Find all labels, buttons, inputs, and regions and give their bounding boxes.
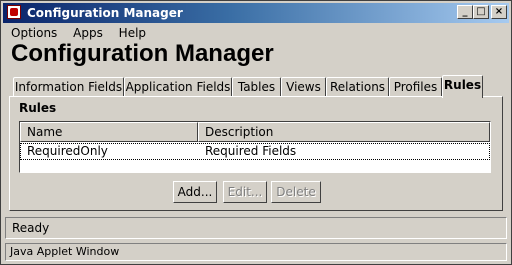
tab-views[interactable]: Views <box>281 77 326 97</box>
applet-warning-bar: Java Applet Window <box>5 243 507 261</box>
rules-table: Name Description RequiredOnly Required F… <box>19 121 491 173</box>
tab-rules[interactable]: Rules <box>442 75 483 98</box>
rule-description-cell: Required Fields <box>205 144 297 158</box>
tab-profiles[interactable]: Profiles <box>389 77 442 97</box>
add-button[interactable]: Add... <box>173 181 217 203</box>
maximize-icon[interactable]: □ <box>473 5 489 19</box>
title-bar[interactable]: Configuration Manager _ □ × <box>3 3 509 23</box>
tab-tables[interactable]: Tables <box>232 77 281 97</box>
column-header-description[interactable]: Description <box>198 122 490 142</box>
close-icon[interactable]: × <box>491 5 507 19</box>
column-header-name[interactable]: Name <box>20 122 198 142</box>
java-applet-icon <box>7 5 21 19</box>
tab-information-fields[interactable]: Information Fields <box>13 77 124 97</box>
tab-application-fields[interactable]: Application Fields <box>124 77 232 97</box>
table-row[interactable]: RequiredOnly Required Fields <box>20 143 490 160</box>
application-window: Configuration Manager _ □ × Options Apps… <box>0 0 512 265</box>
window-title: Configuration Manager <box>27 6 183 20</box>
status-bar: Ready <box>5 217 507 239</box>
rules-panel-title: Rules <box>19 101 57 115</box>
tab-relations[interactable]: Relations <box>326 77 389 97</box>
minimize-icon[interactable]: _ <box>457 5 473 19</box>
rule-name-cell: RequiredOnly <box>27 144 108 158</box>
table-header: Name Description <box>20 122 490 142</box>
delete-button: Delete <box>271 181 321 203</box>
page-title: Configuration Manager <box>11 40 274 67</box>
edit-button: Edit... <box>223 181 267 203</box>
